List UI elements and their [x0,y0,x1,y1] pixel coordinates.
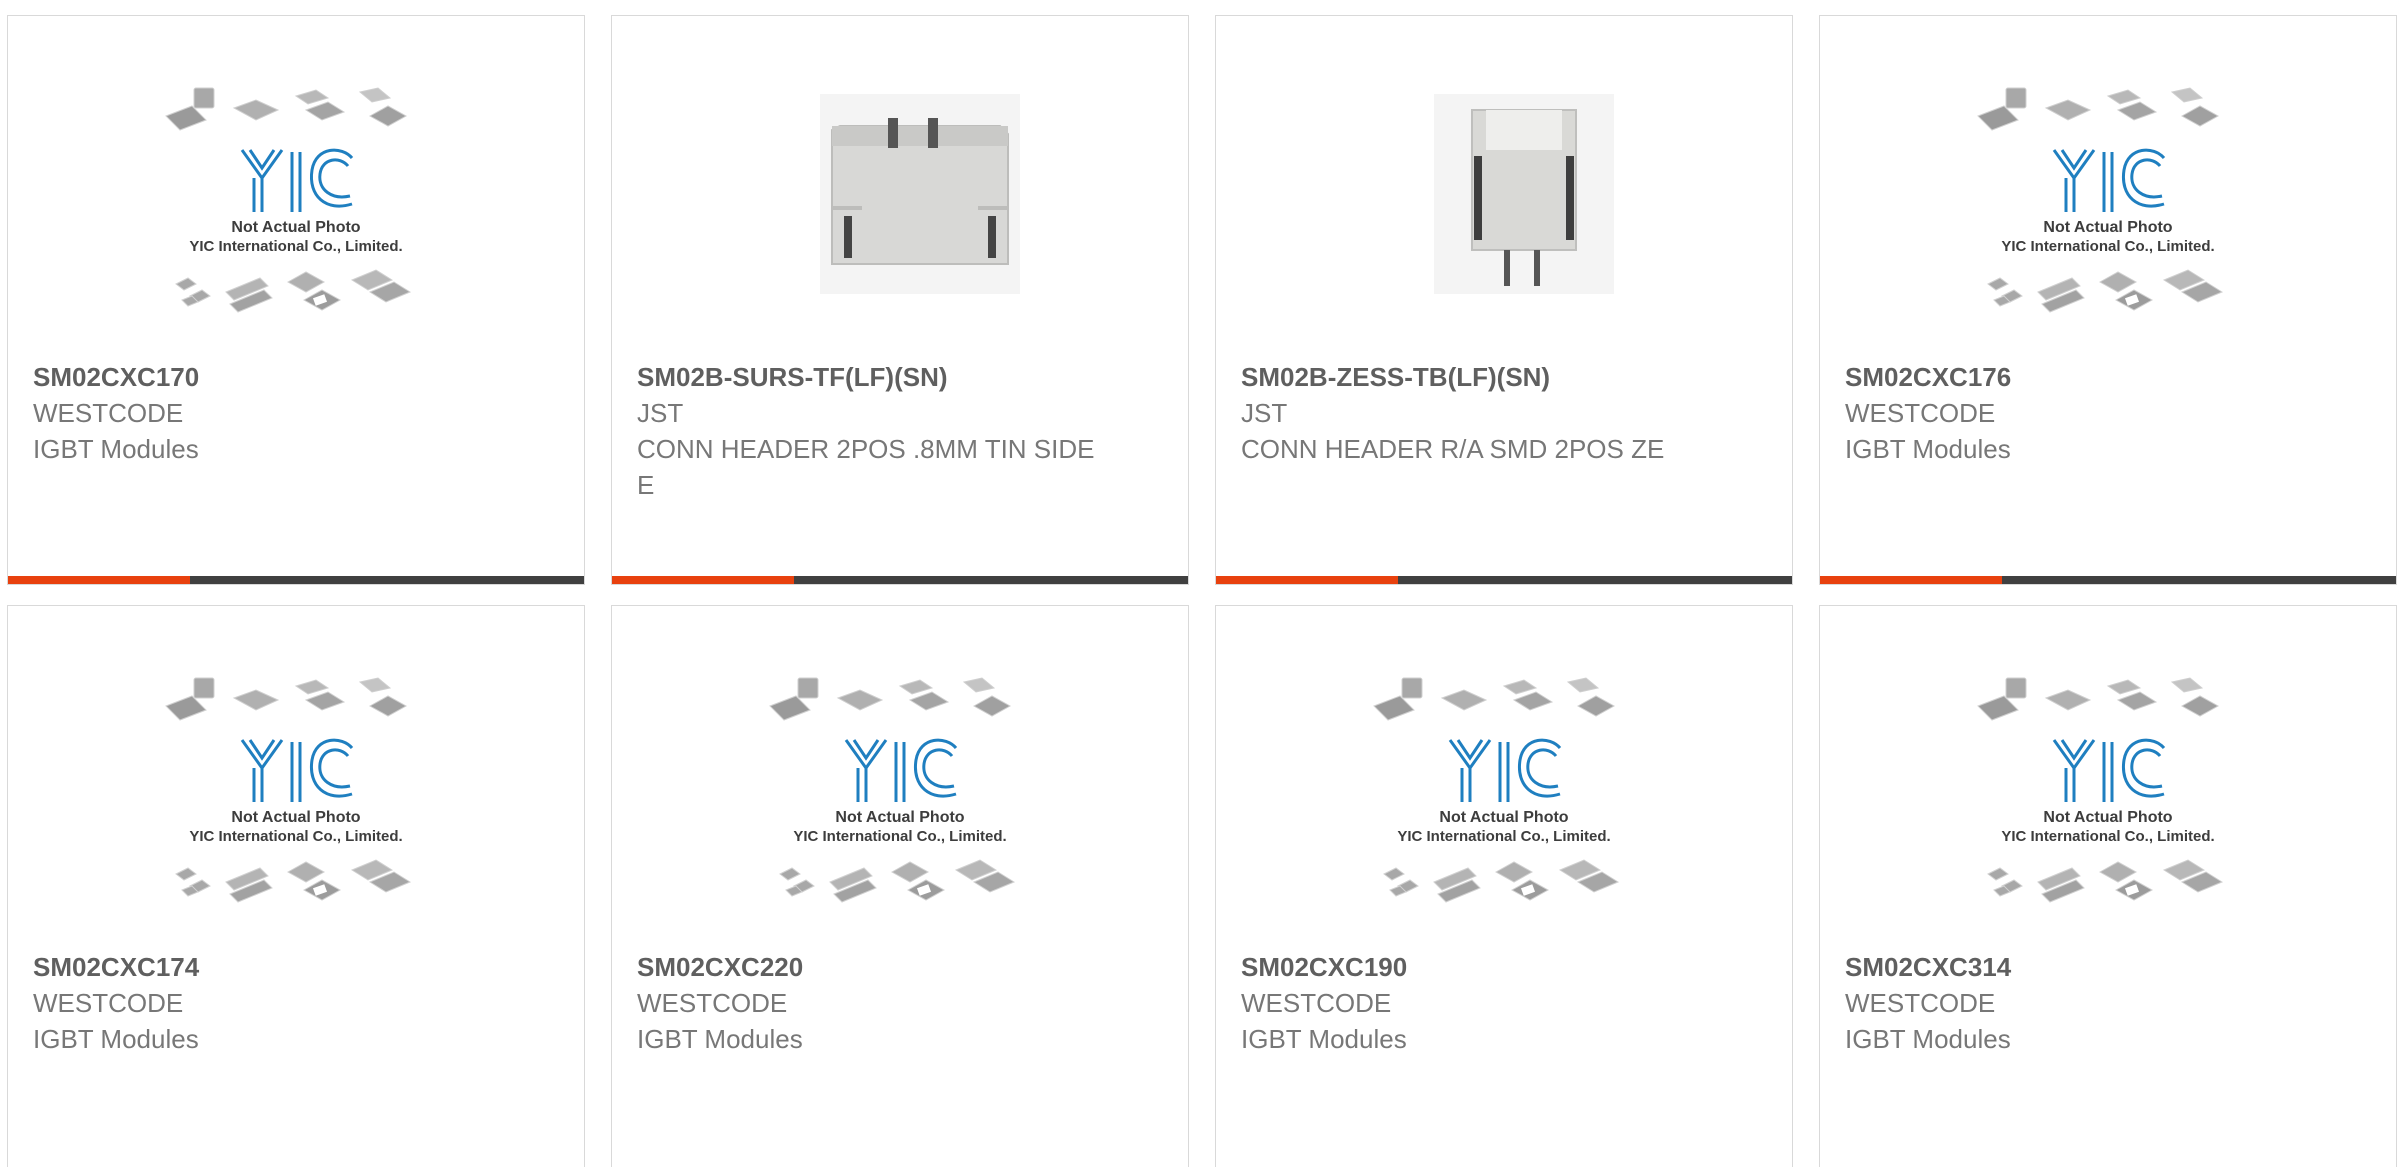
svg-text:Not Actual Photo: Not Actual Photo [2043,219,2172,236]
card-footer-bar [1216,576,1792,584]
yic-placeholder-image: Not Actual Photo YIC International Co., … [165,87,412,313]
manufacturer: JST [637,398,684,428]
yic-placeholder-image: Not Actual Photo YIC International Co., … [1373,677,1620,903]
product-image[interactable] [1216,86,1792,326]
product-info: SM02B-ZESS-TB(LF)(SN) JST CONN HEADER R/… [1241,359,1767,467]
svg-text:Not Actual Photo: Not Actual Photo [231,219,360,236]
manufacturer: WESTCODE [637,988,788,1018]
product-card[interactable]: Not Actual Photo YIC International Co., … [7,605,585,1167]
product-image[interactable]: Not Actual Photo YIC International Co., … [8,86,584,326]
connector-image [1434,94,1614,294]
svg-text:YIC International Co., Limited: YIC International Co., Limited. [189,828,402,845]
part-number[interactable]: SM02CXC176 [1845,359,2371,395]
manufacturer: WESTCODE [33,988,184,1018]
product-info: SM02CXC314 WESTCODE IGBT Modules [1845,949,2371,1057]
part-number[interactable]: SM02CXC170 [33,359,559,395]
product-image[interactable]: Not Actual Photo YIC International Co., … [1820,86,2396,326]
svg-text:Not Actual Photo: Not Actual Photo [835,809,964,826]
manufacturer: WESTCODE [33,398,184,428]
card-accent-bar [612,576,794,584]
svg-text:YIC International Co., Limited: YIC International Co., Limited. [189,238,402,255]
product-card[interactable]: SM02B-ZESS-TB(LF)(SN) JST CONN HEADER R/… [1215,15,1793,585]
card-footer-bar [612,576,1188,584]
yic-placeholder-image: Not Actual Photo YIC International Co., … [1977,87,2224,313]
part-number[interactable]: SM02CXC174 [33,949,559,985]
part-number[interactable]: SM02B-ZESS-TB(LF)(SN) [1241,359,1767,395]
product-image[interactable]: Not Actual Photo YIC International Co., … [1820,676,2396,916]
part-number[interactable]: SM02CXC190 [1241,949,1767,985]
product-info: SM02CXC220 WESTCODE IGBT Modules [637,949,1163,1057]
card-accent-bar [1820,576,2002,584]
svg-text:YIC International Co., Limited: YIC International Co., Limited. [1397,828,1610,845]
product-info: SM02CXC174 WESTCODE IGBT Modules [33,949,559,1057]
svg-text:YIC International Co., Limited: YIC International Co., Limited. [2001,828,2214,845]
card-accent-bar [8,576,190,584]
manufacturer: WESTCODE [1241,988,1392,1018]
connector-image [820,94,1020,294]
description: IGBT Modules [33,434,199,464]
product-info: SM02B-SURS-TF(LF)(SN) JST CONN HEADER 2P… [637,359,1163,503]
product-card[interactable]: Not Actual Photo YIC International Co., … [1215,605,1793,1167]
svg-text:YIC International Co., Limited: YIC International Co., Limited. [793,828,1006,845]
product-card[interactable]: Not Actual Photo YIC International Co., … [7,15,585,585]
part-number[interactable]: SM02CXC314 [1845,949,2371,985]
product-image[interactable] [612,86,1188,326]
product-image[interactable]: Not Actual Photo YIC International Co., … [612,676,1188,916]
product-image[interactable]: Not Actual Photo YIC International Co., … [8,676,584,916]
svg-text:Not Actual Photo: Not Actual Photo [2043,809,2172,826]
product-info: SM02CXC176 WESTCODE IGBT Modules [1845,359,2371,467]
product-grid: Not Actual Photo YIC International Co., … [0,0,2400,1167]
product-card[interactable]: SM02B-SURS-TF(LF)(SN) JST CONN HEADER 2P… [611,15,1189,585]
card-footer-bar [8,576,584,584]
card-footer-bar [1820,576,2396,584]
product-card[interactable]: Not Actual Photo YIC International Co., … [1819,605,2397,1167]
part-number[interactable]: SM02B-SURS-TF(LF)(SN) [637,359,1163,395]
manufacturer: JST [1241,398,1288,428]
description: CONN HEADER 2POS .8MM TIN SIDE E [637,434,1095,500]
svg-text:Not Actual Photo: Not Actual Photo [231,809,360,826]
yic-placeholder-image: Not Actual Photo YIC International Co., … [165,677,412,903]
description: IGBT Modules [1845,1024,2011,1054]
product-info: SM02CXC170 WESTCODE IGBT Modules [33,359,559,467]
description: IGBT Modules [637,1024,803,1054]
manufacturer: WESTCODE [1845,398,1996,428]
yic-placeholder-image: Not Actual Photo YIC International Co., … [1977,677,2224,903]
description: IGBT Modules [33,1024,199,1054]
part-number[interactable]: SM02CXC220 [637,949,1163,985]
description: IGBT Modules [1241,1024,1407,1054]
description: IGBT Modules [1845,434,2011,464]
description: CONN HEADER R/A SMD 2POS ZE [1241,434,1665,464]
card-accent-bar [1216,576,1398,584]
svg-text:Not Actual Photo: Not Actual Photo [1439,809,1568,826]
product-card[interactable]: Not Actual Photo YIC International Co., … [1819,15,2397,585]
product-card[interactable]: Not Actual Photo YIC International Co., … [611,605,1189,1167]
product-image[interactable]: Not Actual Photo YIC International Co., … [1216,676,1792,916]
yic-placeholder-image: Not Actual Photo YIC International Co., … [769,677,1016,903]
manufacturer: WESTCODE [1845,988,1996,1018]
product-info: SM02CXC190 WESTCODE IGBT Modules [1241,949,1767,1057]
svg-text:YIC International Co., Limited: YIC International Co., Limited. [2001,238,2214,255]
